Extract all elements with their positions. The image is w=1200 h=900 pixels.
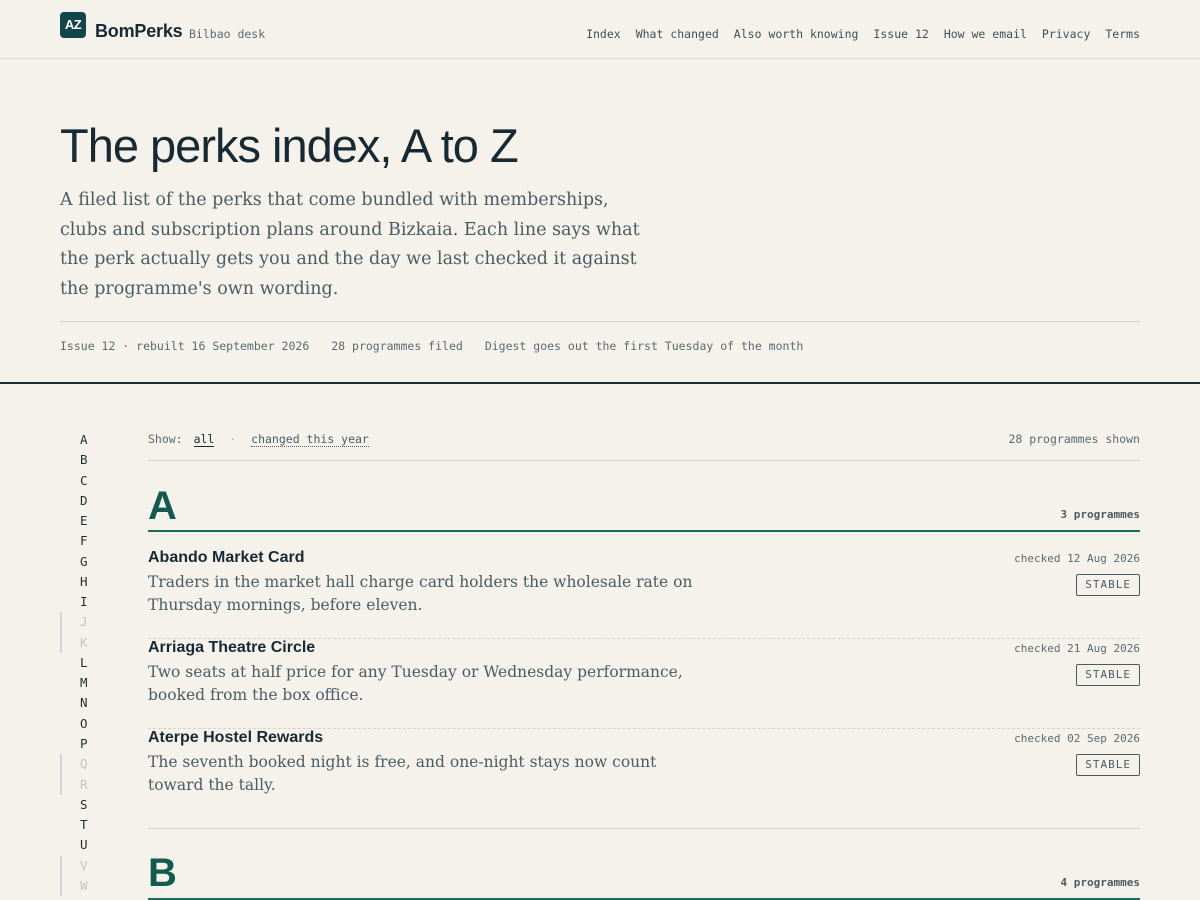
programme-description: Traders in the market hall charge card h… [148, 573, 693, 614]
rail-letter-l[interactable]: L [60, 653, 100, 673]
page-lede: A filed list of the perks that come bund… [60, 190, 640, 299]
rail-letter-i[interactable]: I [60, 592, 100, 612]
group-count: 3 programmes [1060, 508, 1140, 521]
status-badge: STABLE [1076, 754, 1140, 776]
site-header: AZ BomPerks Bilbao desk Index What chang… [0, 0, 1200, 59]
list-item[interactable]: Arriaga Theatre Circle Two seats at half… [148, 639, 1140, 729]
filter-changed-this-year[interactable]: changed this year [251, 432, 369, 447]
rail-letter-c[interactable]: C [60, 471, 100, 491]
rail-letter-f[interactable]: F [60, 531, 100, 551]
letter-rail: ABCDEFGHIJKLMNOPQRSTUVW [60, 430, 100, 897]
rail-letter-b[interactable]: B [60, 450, 100, 470]
nav-privacy[interactable]: Privacy [1042, 27, 1090, 41]
group-end-divider [148, 828, 1140, 829]
rail-letter-a[interactable]: A [60, 430, 100, 450]
rail-letter-g[interactable]: G [60, 552, 100, 572]
filter-divider [148, 460, 1140, 461]
group-letter: B [148, 851, 177, 895]
rail-letter-r: R [60, 774, 100, 796]
group-letter: A [148, 484, 177, 528]
rail-letter-p[interactable]: P [60, 734, 100, 754]
programmes-filed: 28 programmes filed [331, 339, 463, 353]
digest-info: Digest goes out the first Tuesday of the… [484, 339, 804, 353]
separator-dot: · [229, 432, 237, 446]
nav-also-worth-knowing[interactable]: Also worth knowing [734, 27, 859, 41]
status-badge: STABLE [1076, 664, 1140, 686]
nav-terms[interactable]: Terms [1105, 27, 1140, 41]
rail-letter-e[interactable]: E [60, 511, 100, 531]
status-badge: STABLE [1076, 574, 1140, 596]
brand-name[interactable]: BomPerks [95, 21, 183, 42]
rail-letter-w: W [60, 875, 100, 897]
rail-letter-h[interactable]: H [60, 572, 100, 592]
rail-letter-j: J [60, 612, 100, 633]
nav-what-changed[interactable]: What changed [636, 27, 719, 41]
programme-name[interactable]: Arriaga Theatre Circle [148, 639, 315, 657]
nav-how-we-email[interactable]: How we email [944, 27, 1027, 41]
shown-count: 28 programmes shown [1008, 432, 1140, 446]
rail-letter-t[interactable]: T [60, 815, 100, 835]
top-nav: Index What changed Also worth knowing Is… [586, 27, 1140, 41]
rail-letter-o[interactable]: O [60, 714, 100, 734]
programme-description: Two seats at half price for any Tuesday … [148, 663, 683, 704]
rail-letter-v: V [60, 855, 100, 877]
show-label: Show: [148, 432, 183, 446]
filter-all[interactable]: all [193, 432, 215, 447]
hero-divider [60, 321, 1140, 322]
programme-description: The seventh booked night is free, and on… [148, 753, 657, 794]
page-title: The perks index, A to Z [60, 119, 519, 172]
programme-name[interactable]: Aterpe Hostel Rewards [148, 729, 323, 747]
checked-date: checked 12 Aug 2026 [1014, 552, 1140, 565]
list-item[interactable]: Aterpe Hostel Rewards The seventh booked… [148, 729, 1140, 819]
rail-letter-d[interactable]: D [60, 491, 100, 511]
logo-icon[interactable]: AZ [60, 12, 86, 38]
rail-letter-u[interactable]: U [60, 835, 100, 855]
rail-letter-s[interactable]: S [60, 795, 100, 815]
rail-letter-m[interactable]: M [60, 673, 100, 693]
filter-bar: Show: all · changed this year [148, 432, 369, 447]
checked-date: checked 02 Sep 2026 [1014, 732, 1140, 745]
rail-letter-q: Q [60, 754, 100, 775]
list-item[interactable]: Abando Market Card Traders in the market… [148, 549, 1140, 639]
programme-name[interactable]: Abando Market Card [148, 549, 304, 567]
issue-info: Issue 12 · rebuilt 16 September 2026 [60, 339, 310, 353]
checked-date: checked 21 Aug 2026 [1014, 642, 1140, 655]
nav-index[interactable]: Index [586, 27, 621, 41]
group-count: 4 programmes [1060, 876, 1140, 889]
section-divider [0, 382, 1200, 384]
rail-letter-k: K [60, 632, 100, 654]
rail-letter-n[interactable]: N [60, 693, 100, 713]
nav-issue[interactable]: Issue 12 [873, 27, 928, 41]
issue-meta: Issue 12 · rebuilt 16 September 2026 28 … [60, 339, 803, 353]
group-divider [148, 530, 1140, 532]
desk-label: Bilbao desk [189, 27, 266, 41]
